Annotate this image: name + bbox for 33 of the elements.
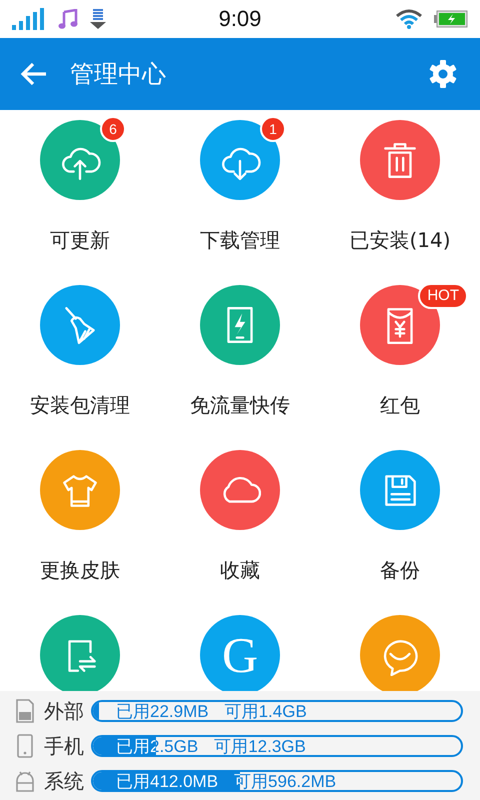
count-badge: 6 (100, 116, 126, 142)
count-badge: 1 (260, 116, 286, 142)
sd-card-icon (14, 699, 36, 723)
wifi-icon (396, 9, 422, 29)
storage-label: 系统 (44, 768, 85, 794)
tile-label: 备份 (380, 557, 420, 584)
free-space-text: 可用1.4GB (224, 702, 307, 720)
tile-label: 下载管理 (200, 227, 280, 254)
android-icon (14, 769, 36, 793)
storage-label: 外部 (44, 698, 85, 724)
tile-label: 安装包清理 (30, 392, 130, 419)
status-time: 9:09 (218, 6, 262, 32)
signal-icon (12, 8, 46, 30)
app-tile[interactable]: G (200, 615, 280, 691)
music-note-icon (58, 9, 78, 29)
tile-label: 更换皮肤 (40, 557, 120, 584)
page-title: 管理中心 (70, 59, 167, 90)
tile-label: 红包 (380, 392, 420, 419)
used-space-text: 已用22.9MB (116, 702, 209, 720)
storage-label: 手机 (44, 732, 85, 760)
tile-label: 免流量快传 (190, 392, 290, 419)
tile-label: 已安装(14) (349, 227, 451, 254)
letter-icon: G (222, 630, 258, 680)
tile-label: 可更新 (50, 227, 110, 254)
download-icon (90, 9, 106, 29)
phone-icon (14, 734, 36, 758)
tile-label: 收藏 (220, 557, 260, 584)
settings-button[interactable] (428, 59, 458, 89)
hot-badge: HOT (418, 283, 468, 309)
battery-charging-icon (434, 10, 468, 28)
back-button[interactable] (20, 62, 48, 86)
used-space-text: 已用412.0MB (116, 772, 218, 790)
free-space-text: 可用12.3GB (214, 737, 306, 755)
